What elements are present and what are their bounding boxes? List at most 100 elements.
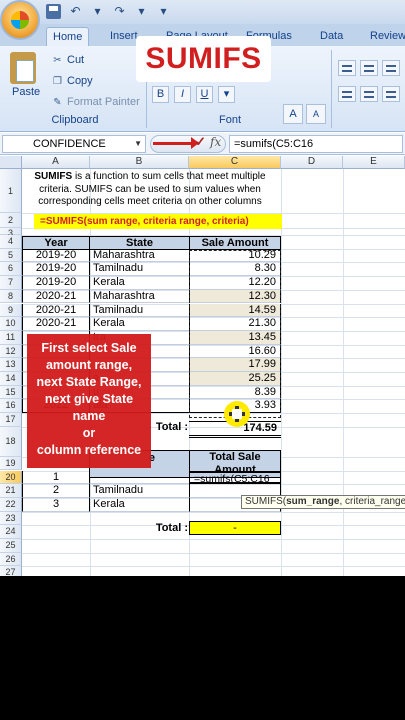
total-value-2[interactable]: - xyxy=(189,521,281,535)
row-header-5[interactable]: 5 xyxy=(0,248,22,263)
row-header-16[interactable]: 16 xyxy=(0,399,22,414)
row-header-9[interactable]: 9 xyxy=(0,303,22,318)
cell-state[interactable]: Maharashtra xyxy=(89,289,190,304)
cell-state[interactable]: Tamilnadu xyxy=(89,303,190,318)
row-header-4[interactable]: 4 xyxy=(0,235,22,249)
cell-state[interactable]: Kerala xyxy=(89,276,190,290)
row-header-1[interactable]: 1 xyxy=(0,169,22,213)
cell-state[interactable]: Kerala xyxy=(89,317,190,331)
row-header-13[interactable]: 13 xyxy=(0,358,22,372)
cell-year[interactable]: 2020-21 xyxy=(22,289,90,304)
callout-line: name xyxy=(72,409,106,423)
row-header-23[interactable]: 23 xyxy=(0,511,22,526)
row-header-11[interactable]: 11 xyxy=(0,330,22,345)
italic-button[interactable]: I xyxy=(174,86,191,103)
ribbon-separator xyxy=(331,50,332,128)
align-top-icon[interactable] xyxy=(338,60,356,76)
tab-review[interactable]: Review xyxy=(364,27,405,46)
save-icon[interactable] xyxy=(46,4,61,19)
font-group-label: Font xyxy=(218,114,241,126)
customize-qat-icon[interactable]: ▾ xyxy=(156,4,171,19)
align-center-icon[interactable] xyxy=(360,86,378,102)
syntax-banner: =SUMIFS(sum range, criteria range, crite… xyxy=(34,214,282,229)
row-header-10[interactable]: 10 xyxy=(0,317,22,331)
cell-year[interactable]: 2019-20 xyxy=(22,248,90,263)
cell-year[interactable]: 2020-21 xyxy=(22,317,90,331)
cell-year[interactable]: 2019-20 xyxy=(22,262,90,277)
summary-cell-number[interactable]: 1 xyxy=(22,470,90,485)
row-header-12[interactable]: 12 xyxy=(0,344,22,359)
redo-icon[interactable]: ↷ xyxy=(112,4,127,19)
row-header-6[interactable]: 6 xyxy=(0,262,22,277)
summary-cell-state[interactable]: Kerala xyxy=(89,497,190,512)
row-header-8[interactable]: 8 xyxy=(0,289,22,304)
row-header-3[interactable]: 3 xyxy=(0,228,22,238)
underline-dropdown-icon[interactable]: ▾ xyxy=(218,86,235,103)
red-arrow-annotation xyxy=(153,137,199,149)
excel-window: ↶ ▾ ↷ ▾ ▾ Home Insert Page Layout Formul… xyxy=(0,0,405,576)
select-all-corner[interactable] xyxy=(0,156,22,169)
row-header-25[interactable]: 25 xyxy=(0,539,22,553)
tab-home[interactable]: Home xyxy=(46,27,90,46)
total-label[interactable]: Total : xyxy=(150,421,188,434)
office-button[interactable] xyxy=(0,0,40,40)
column-header-d[interactable]: D xyxy=(281,156,343,169)
undo-icon[interactable]: ↶ xyxy=(68,4,83,19)
total-label-2[interactable]: Total : xyxy=(150,522,188,535)
active-formula-cell[interactable]: =sumifs(C5:C16 xyxy=(189,470,281,485)
row-header-7[interactable]: 7 xyxy=(0,276,22,290)
underline-button[interactable]: U xyxy=(196,86,213,103)
cut-button[interactable]: ✂ Cut xyxy=(52,54,84,66)
paste-icon[interactable] xyxy=(10,52,36,84)
name-box[interactable]: CONFIDENCE ▼ xyxy=(2,135,146,153)
cell-year[interactable]: 2020-21 xyxy=(22,303,90,318)
summary-cell-state[interactable] xyxy=(89,470,190,485)
enter-check-icon[interactable]: ✓ xyxy=(195,134,206,150)
tab-data[interactable]: Data xyxy=(314,27,349,46)
align-left-icon[interactable] xyxy=(338,86,356,102)
description-keyword: SUMIFS xyxy=(34,171,73,182)
copy-button[interactable]: ❐ Copy xyxy=(52,75,93,87)
summary-cell-state[interactable]: Tamilnadu xyxy=(89,484,190,498)
align-middle-icon[interactable] xyxy=(360,60,378,76)
cell-state[interactable]: Maharashtra xyxy=(89,248,190,263)
align-right-icon[interactable] xyxy=(382,86,400,102)
column-header-b[interactable]: B xyxy=(90,156,189,169)
bold-button[interactable]: B xyxy=(152,86,169,103)
row-header-22[interactable]: 22 xyxy=(0,497,22,512)
row-header-20[interactable]: 20 xyxy=(0,470,22,485)
column-header-e[interactable]: E xyxy=(343,156,405,169)
insert-function-icon[interactable]: fx xyxy=(210,135,221,149)
name-box-dropdown-icon[interactable]: ▼ xyxy=(134,136,142,152)
summary-cell-number[interactable]: 3 xyxy=(22,497,90,512)
grid-column-line xyxy=(281,169,282,576)
row-header-19[interactable]: 19 xyxy=(0,456,22,471)
row-header-26[interactable]: 26 xyxy=(0,552,22,567)
copy-icon: ❐ xyxy=(53,75,62,87)
row-header-24[interactable]: 24 xyxy=(0,525,22,539)
row-header-14[interactable]: 14 xyxy=(0,372,22,386)
align-bottom-icon[interactable] xyxy=(382,60,400,76)
cell-year[interactable]: 2019-20 xyxy=(22,276,90,290)
redo-dropdown-icon[interactable]: ▾ xyxy=(134,4,149,19)
column-header-c[interactable]: C xyxy=(189,156,281,169)
row-header-27[interactable]: 27 xyxy=(0,566,22,576)
clipboard-group-label: Clipboard xyxy=(51,114,99,126)
row-header-21[interactable]: 21 xyxy=(0,484,22,498)
format-painter-button[interactable]: ✎ Format Painter xyxy=(52,96,139,108)
row-header-15[interactable]: 15 xyxy=(0,385,22,400)
cell-state[interactable]: Tamilnadu xyxy=(89,262,190,277)
paste-button-label[interactable]: Paste xyxy=(12,86,40,98)
office-logo-icon xyxy=(11,11,29,29)
row-header-17[interactable]: 17 xyxy=(0,413,22,427)
shrink-font-icon[interactable]: A xyxy=(306,104,326,124)
formula-input[interactable]: =sumifs(C5:C16 xyxy=(229,135,403,153)
scissors-icon: ✂ xyxy=(53,54,62,66)
grow-font-icon[interactable]: A xyxy=(283,104,303,124)
summary-cell-number[interactable]: 2 xyxy=(22,484,90,498)
row-header-18[interactable]: 18 xyxy=(0,426,22,457)
grid-row-line xyxy=(22,511,405,513)
column-header-a[interactable]: A xyxy=(22,156,90,169)
undo-dropdown-icon[interactable]: ▾ xyxy=(90,4,105,19)
row-header-2[interactable]: 2 xyxy=(0,213,22,228)
